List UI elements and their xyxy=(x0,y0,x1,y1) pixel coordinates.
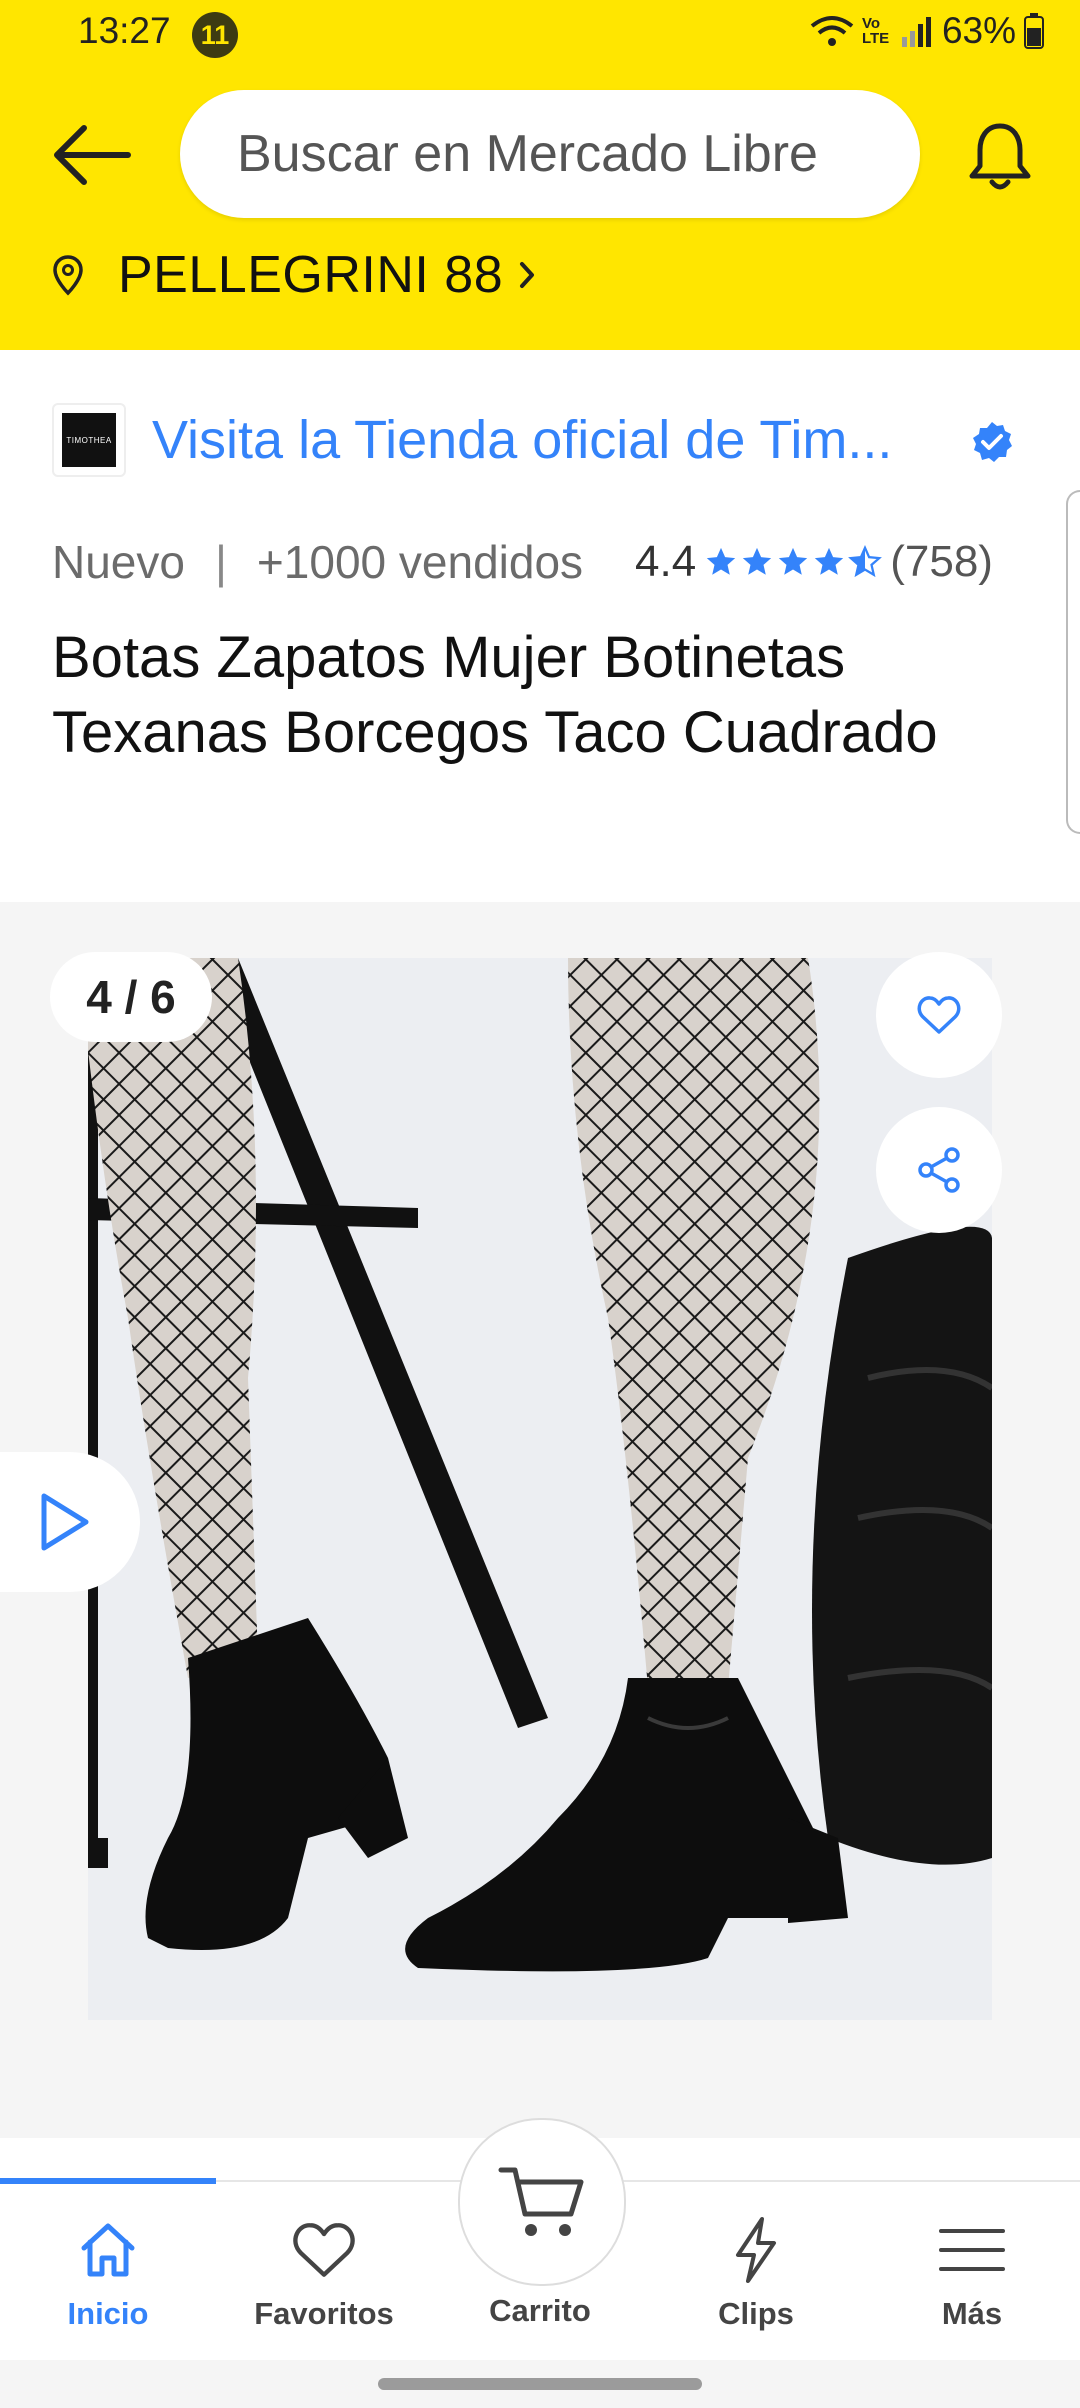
share-icon xyxy=(918,1147,960,1193)
status-time: 13:27 xyxy=(78,10,171,51)
location-address: PELLEGRINI 88 xyxy=(118,246,504,304)
nav-label-inicio: Inicio xyxy=(67,2296,149,2331)
heart-icon xyxy=(292,2210,356,2290)
wifi-icon xyxy=(810,16,854,46)
rating-stars[interactable] xyxy=(704,545,883,579)
nav-item-inicio[interactable]: Inicio xyxy=(0,2182,216,2362)
official-store-row[interactable]: TIMOTHEA Visita la Tienda oficial de Tim… xyxy=(52,402,1032,478)
nav-label-carrito: Carrito xyxy=(489,2293,591,2328)
home-gesture-bar[interactable] xyxy=(378,2378,702,2390)
search-input[interactable]: Buscar en Mercado Libre xyxy=(180,90,920,218)
battery-percent: 63% xyxy=(941,10,1016,51)
gallery-counter: 4 / 6 xyxy=(50,952,212,1042)
play-icon xyxy=(41,1493,89,1551)
add-to-favorites-button[interactable] xyxy=(876,952,1002,1078)
menu-icon xyxy=(937,2210,1007,2290)
chevron-right-icon xyxy=(520,262,535,288)
star-filled-icon xyxy=(707,547,736,575)
meta-separator: | xyxy=(214,536,227,588)
official-store-link[interactable]: Visita la Tienda oficial de Tim... xyxy=(152,409,892,471)
product-title: Botas Zapatos Mujer Botinetas Texanas Bo… xyxy=(52,625,938,765)
nav-label-clips: Clips xyxy=(718,2296,794,2331)
home-icon xyxy=(76,2210,140,2290)
notifications-button[interactable] xyxy=(962,118,1038,194)
nav-label-mas: Más xyxy=(941,2296,1003,2331)
nav-item-mas[interactable]: Más xyxy=(864,2182,1080,2362)
product-meta: Nuevo | +1000 vendidos 4.4 (758) xyxy=(52,532,1052,592)
sold-count: +1000 vendidos xyxy=(256,536,584,588)
nav-item-carrito[interactable] xyxy=(458,2118,626,2286)
review-count[interactable]: (758) xyxy=(890,537,993,587)
star-filled-icon xyxy=(815,547,844,575)
back-button[interactable] xyxy=(50,122,134,188)
location-pin-icon xyxy=(53,255,83,296)
status-icons: Vo LTE 63% xyxy=(810,10,1044,52)
heart-icon xyxy=(917,996,961,1034)
product-photo-illustration xyxy=(88,958,992,2020)
delivery-location[interactable]: PELLEGRINI 88 xyxy=(52,240,537,310)
arrow-left-icon xyxy=(54,125,131,185)
product-condition: Nuevo xyxy=(52,536,185,588)
store-logo-text: TIMOTHEA xyxy=(62,413,116,467)
product-photo[interactable] xyxy=(88,958,992,2020)
star-filled-icon xyxy=(779,547,808,575)
nav-item-favoritos[interactable]: Favoritos xyxy=(216,2182,432,2362)
network-type-label: Vo LTE xyxy=(861,15,890,47)
notification-count-badge: 11 xyxy=(192,12,238,58)
share-button[interactable] xyxy=(876,1107,1002,1233)
bell-icon xyxy=(969,123,1031,190)
cart-icon xyxy=(498,2167,584,2236)
play-video-button[interactable] xyxy=(0,1452,140,1592)
nav-label-favoritos: Favoritos xyxy=(254,2296,394,2331)
nav-item-clips[interactable]: Clips xyxy=(648,2182,864,2362)
side-scroll-handle[interactable] xyxy=(1066,490,1080,834)
signal-icon xyxy=(901,17,931,47)
battery-icon xyxy=(1024,13,1044,49)
lightning-icon xyxy=(728,2210,784,2290)
app-header: 13:27 11 Vo LTE 63% Buscar en Mercado Li… xyxy=(0,0,1080,350)
store-logo: TIMOTHEA xyxy=(52,403,126,477)
star-half-icon xyxy=(848,545,883,578)
verified-badge-icon xyxy=(973,422,1012,462)
product-gallery[interactable]: 4 / 6 xyxy=(0,902,1080,2138)
rating-value: 4.4 xyxy=(635,537,697,586)
star-filled-icon xyxy=(743,547,772,575)
search-placeholder: Buscar en Mercado Libre xyxy=(237,125,818,183)
